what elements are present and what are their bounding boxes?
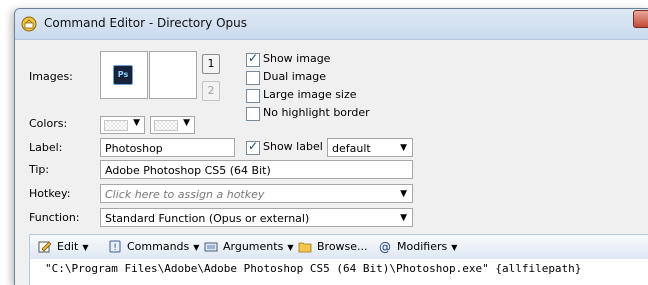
edit-menu-label: Edit <box>57 240 79 253</box>
background-color-swatch <box>154 120 178 131</box>
chevron-down-icon: ▼ <box>451 243 458 252</box>
no-highlight-border-checkbox[interactable] <box>246 107 260 121</box>
svg-text:@: @ <box>379 240 391 253</box>
show-label-checkbox[interactable] <box>246 139 260 155</box>
command-editor-area[interactable]: "C:\Program Files\Adobe\Adobe Photoshop … <box>29 259 648 285</box>
label-input[interactable]: Photoshop <box>100 138 235 157</box>
chevron-down-icon: ▼ <box>400 189 407 199</box>
image-2-button[interactable]: 2 <box>202 81 220 101</box>
at-sign-icon: @ <box>379 240 391 253</box>
image-slot-1[interactable]: Ps <box>100 51 148 99</box>
chevron-down-icon: ▼ <box>193 243 200 252</box>
chevron-down-icon: ▼ <box>400 213 407 223</box>
function-type-value: Standard Function (Opus or external) <box>105 212 310 225</box>
show-image-checkbox[interactable] <box>246 51 260 67</box>
tip-label: Tip: <box>29 163 50 176</box>
arguments-menu-label: Arguments <box>223 240 284 253</box>
hotkey-label: Hotkey: <box>29 187 71 200</box>
show-image-label: Show image <box>263 52 331 65</box>
label-style-value: default <box>332 142 371 155</box>
photoshop-icon: Ps <box>113 65 133 85</box>
editor-content: Images: Ps 1 2 Show image Dual image Lar… <box>15 40 648 285</box>
label-field-label: Label: <box>29 141 63 154</box>
close-window-button[interactable] <box>633 10 648 28</box>
text-color-swatch <box>104 120 128 131</box>
function-type-select[interactable]: Standard Function (Opus or external) ▼ <box>100 208 413 227</box>
show-label-label: Show label <box>263 140 323 153</box>
command-editor-window: Command Editor - Directory Opus Images: … <box>14 8 648 285</box>
label-style-select[interactable]: default ▼ <box>327 138 413 157</box>
chevron-down-icon: ▼ <box>82 243 89 252</box>
chevron-down-icon: ▼ <box>133 118 140 128</box>
text-color-picker[interactable]: ▼ <box>100 116 145 134</box>
hotkey-placeholder: Click here to assign a hotkey <box>105 188 265 201</box>
large-image-size-checkbox[interactable] <box>246 89 260 103</box>
no-highlight-border-label: No highlight border <box>263 106 370 119</box>
function-label: Function: <box>29 211 80 224</box>
browse-label: Browse... <box>317 240 368 253</box>
window-title: Command Editor - Directory Opus <box>44 16 248 30</box>
large-image-size-label: Large image size <box>263 88 357 101</box>
editor-toolbar: Edit ▼ ! Commands ▼ Arguments ▼ Browse..… <box>29 234 648 260</box>
chevron-down-icon: ▼ <box>183 118 190 128</box>
command-line-1[interactable]: "C:\Program Files\Adobe\Adobe Photoshop … <box>45 262 581 275</box>
hotkey-input[interactable]: Click here to assign a hotkey ▼ <box>100 184 413 203</box>
dual-image-checkbox[interactable] <box>246 71 260 85</box>
arguments-icon <box>204 242 218 252</box>
image-1-button[interactable]: 1 <box>202 54 220 74</box>
dual-image-label: Dual image <box>263 70 326 83</box>
directory-opus-icon <box>21 16 37 32</box>
svg-text:!: ! <box>113 243 117 253</box>
tip-input[interactable]: Adobe Photoshop CS5 (64 Bit) <box>100 160 413 179</box>
title-bar[interactable]: Command Editor - Directory Opus <box>15 9 648 40</box>
colors-label: Colors: <box>29 117 68 130</box>
background-color-picker[interactable]: ▼ <box>150 116 195 134</box>
pencil-icon <box>38 241 52 253</box>
commands-menu-label: Commands <box>127 240 190 253</box>
folder-icon <box>298 242 312 253</box>
chevron-down-icon: ▼ <box>400 143 407 153</box>
modifiers-menu-label: Modifiers <box>397 240 448 253</box>
chevron-down-icon: ▼ <box>287 243 294 252</box>
image-slot-2[interactable] <box>149 51 197 99</box>
commands-icon: ! <box>109 240 121 253</box>
images-label: Images: <box>29 70 73 83</box>
